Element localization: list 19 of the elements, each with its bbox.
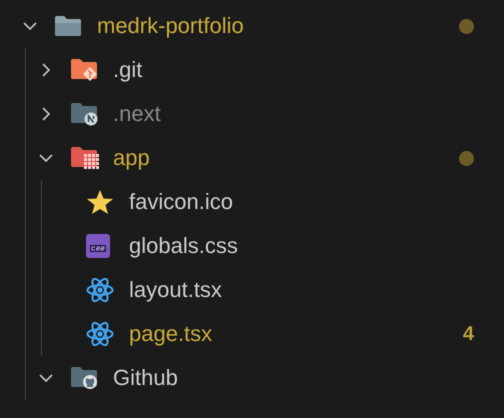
folder-git-icon: [70, 58, 100, 82]
folder-name[interactable]: .git: [113, 57, 142, 83]
react-atom-icon: [86, 321, 114, 347]
problem-count: 4: [462, 322, 474, 346]
folder-grid-icon: [70, 146, 100, 170]
file-name[interactable]: layout.tsx: [129, 277, 222, 303]
folder-github-icon: [70, 366, 100, 390]
star-icon: [86, 189, 114, 215]
folder-name[interactable]: Github: [113, 365, 178, 391]
react-atom-icon: [86, 277, 114, 303]
folder-name[interactable]: app: [113, 145, 150, 171]
file-name[interactable]: favicon.ico: [129, 189, 233, 215]
folder-name[interactable]: medrk-portfolio: [97, 13, 244, 39]
file-name[interactable]: globals.css: [129, 233, 238, 259]
file-name[interactable]: page.tsx: [129, 321, 212, 347]
folder-name[interactable]: .next: [113, 101, 161, 127]
folder-icon: [54, 15, 82, 37]
css-file-icon: [86, 234, 110, 258]
folder-next-icon: [70, 102, 100, 126]
